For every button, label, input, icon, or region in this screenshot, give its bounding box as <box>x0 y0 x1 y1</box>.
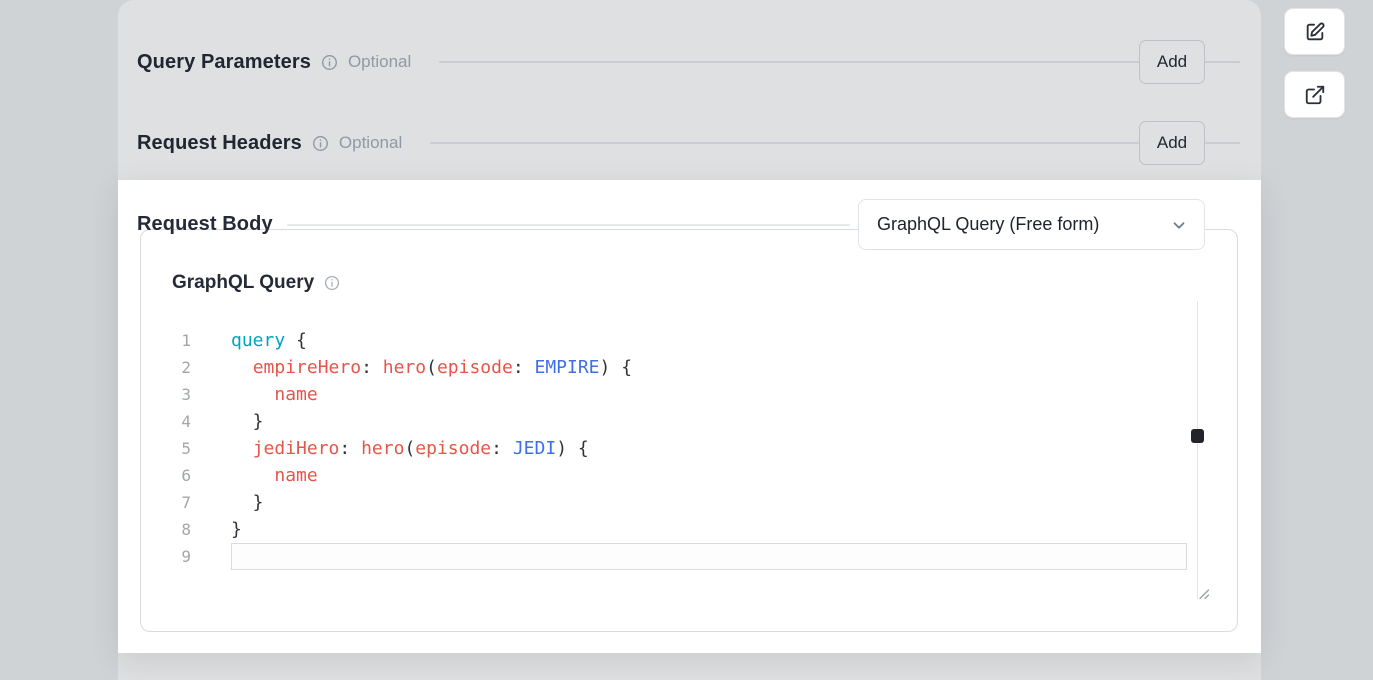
open-external-button[interactable] <box>1284 71 1345 118</box>
line-number: 7 <box>141 489 191 516</box>
code-line[interactable]: empireHero: hero(episode: EMPIRE) { <box>231 354 1187 381</box>
body-type-select[interactable]: GraphQL Query (Free form) <box>858 199 1205 250</box>
line-number: 1 <box>141 327 191 354</box>
code-token: jediHero <box>253 438 340 459</box>
code-line[interactable]: } <box>231 516 1187 543</box>
line-number: 9 <box>141 543 191 570</box>
code-token: JEDI <box>513 438 556 459</box>
code-token <box>231 384 274 405</box>
editor-scrollbar-track <box>1197 301 1198 599</box>
code-token <box>231 357 253 378</box>
code-line[interactable]: } <box>231 408 1187 435</box>
line-number: 8 <box>141 516 191 543</box>
code-token: empireHero <box>253 357 361 378</box>
request-body-header: Request Body GraphQL Query (Free form) <box>137 199 1205 250</box>
code-token: hero <box>383 357 426 378</box>
code-token: : <box>513 357 524 378</box>
code-token <box>372 357 383 378</box>
external-link-icon <box>1304 84 1326 106</box>
request-body-section: Request Body GraphQL Query (Free form) G… <box>118 180 1261 653</box>
code-line[interactable]: } <box>231 489 1187 516</box>
graphql-query-label: GraphQL Query <box>172 272 314 294</box>
code-token: { <box>285 330 307 351</box>
code-token: episode <box>437 357 513 378</box>
graphql-editor-card: GraphQL Query 123456789 query { empireHe… <box>140 229 1238 632</box>
code-line[interactable]: query { <box>231 327 1187 354</box>
editor-scrollbar-thumb[interactable] <box>1191 429 1204 443</box>
code-token: episode <box>415 438 491 459</box>
code-token: } <box>231 519 242 540</box>
info-icon[interactable] <box>324 275 340 291</box>
line-number: 3 <box>141 381 191 408</box>
line-number: 2 <box>141 354 191 381</box>
code-token <box>231 465 274 486</box>
code-token: ) { <box>600 357 633 378</box>
code-token: : <box>339 438 350 459</box>
code-token: name <box>274 384 317 405</box>
code-token <box>502 438 513 459</box>
body-type-selected-value: GraphQL Query (Free form) <box>877 214 1099 235</box>
code-line[interactable]: name <box>231 462 1187 489</box>
code-token: } <box>231 492 264 513</box>
page: Query Parameters Optional Add Request He… <box>0 0 1373 680</box>
line-number: 5 <box>141 435 191 462</box>
code-token: : <box>491 438 502 459</box>
code-token: ) { <box>556 438 589 459</box>
code-token: : <box>361 357 372 378</box>
code-token: name <box>274 465 317 486</box>
code-token: query <box>231 330 285 351</box>
editor-resize-grip[interactable] <box>1196 586 1210 600</box>
code-line[interactable] <box>231 543 1187 570</box>
graphql-editor-label-row: GraphQL Query <box>172 270 340 296</box>
code-token <box>350 438 361 459</box>
editor-code[interactable]: query { empireHero: hero(episode: EMPIRE… <box>231 327 1187 570</box>
line-number: 4 <box>141 408 191 435</box>
divider <box>287 224 850 226</box>
pencil-square-icon <box>1304 21 1326 43</box>
code-token: ( <box>404 438 415 459</box>
code-token: } <box>231 411 264 432</box>
code-token: ( <box>426 357 437 378</box>
code-line[interactable]: name <box>231 381 1187 408</box>
chevron-down-icon <box>1170 216 1188 234</box>
code-token <box>524 357 535 378</box>
line-number: 6 <box>141 462 191 489</box>
edit-button[interactable] <box>1284 8 1345 55</box>
request-body-title: Request Body <box>137 213 273 236</box>
code-token <box>231 438 253 459</box>
code-token: EMPIRE <box>535 357 600 378</box>
editor-gutter: 123456789 <box>141 327 191 570</box>
code-token: hero <box>361 438 404 459</box>
code-line[interactable]: jediHero: hero(episode: JEDI) { <box>231 435 1187 462</box>
